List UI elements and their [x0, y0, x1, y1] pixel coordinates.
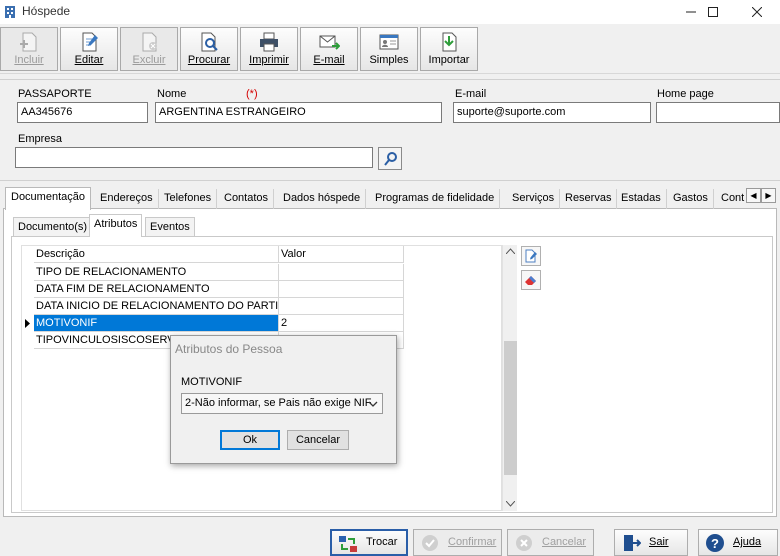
grid-row-valor[interactable]: [279, 298, 404, 315]
confirmar-button[interactable]: Confirmar: [413, 529, 502, 556]
homepage-field[interactable]: [656, 102, 780, 123]
empresa-label: Empresa: [18, 133, 63, 145]
tab-documentacao[interactable]: Documentação: [5, 187, 91, 210]
tab-reservas[interactable]: Reservas: [560, 189, 618, 209]
grid-row-descricao[interactable]: DATA INICIO DE RELACIONAMENTO DO PARTICI…: [34, 298, 279, 315]
maximize-button[interactable]: [690, 0, 736, 24]
tab-enderecos[interactable]: Endereços: [95, 189, 159, 209]
tab-dados-hospede[interactable]: Dados hóspede: [278, 189, 367, 209]
procurar-button[interactable]: Procurar: [180, 27, 238, 71]
tab-contas[interactable]: Cont: [716, 189, 749, 209]
eraser-icon: [525, 276, 536, 285]
subtab-atributos[interactable]: Atributos: [89, 214, 143, 237]
email-label: E-mail: [455, 88, 487, 100]
nome-label: Nome: [157, 88, 187, 100]
svg-text:?: ?: [711, 536, 719, 551]
hotel-building-icon: [5, 6, 15, 18]
window-title: Hóspede: [22, 4, 71, 18]
trocar-button[interactable]: Trocar: [330, 529, 408, 556]
sair-button[interactable]: Sair: [614, 529, 688, 556]
edit-attribute-button[interactable]: [521, 246, 541, 266]
imprimir-button[interactable]: Imprimir: [240, 27, 298, 71]
erase-attribute-button[interactable]: [521, 270, 541, 290]
grid-row-valor[interactable]: [279, 264, 404, 281]
current-row-indicator-icon: [25, 319, 30, 328]
search-document-icon: [201, 32, 218, 52]
homepage-label: Home page: [657, 88, 714, 100]
email-field[interactable]: suporte@suporte.com: [453, 102, 651, 123]
tabs-scroll-left-button[interactable]: ◀: [746, 188, 761, 203]
printer-icon: [260, 32, 278, 52]
import-icon: [442, 32, 457, 52]
contact-card-icon: [379, 34, 399, 50]
help-circle-icon: ?: [706, 534, 724, 552]
subtab-eventos[interactable]: Eventos: [145, 217, 195, 236]
main-tabs: Documentação Endereços Telefones Contato…: [3, 187, 777, 210]
empresa-search-button[interactable]: [378, 147, 402, 170]
close-icon: [751, 6, 763, 18]
subtab-documentos[interactable]: Documento(s): [13, 217, 93, 236]
grid-vertical-scrollbar[interactable]: [502, 245, 517, 511]
grid-row-valor[interactable]: [279, 281, 404, 298]
cancel-circle-icon: [516, 535, 532, 551]
atributos-dialog: Atributos do Pessoa MOTIVONIF 2-Não info…: [170, 335, 397, 464]
tab-programas-fidelidade[interactable]: Programas de fidelidade: [370, 189, 501, 209]
simples-button[interactable]: Simples: [360, 27, 418, 71]
tab-servicos[interactable]: Serviços: [507, 189, 561, 209]
grid-row-valor-selected[interactable]: 2: [279, 315, 404, 332]
column-header-descricao[interactable]: Descrição: [34, 246, 279, 263]
dialog-field-label: MOTIVONIF: [181, 376, 243, 388]
maximize-icon: [708, 7, 718, 17]
scroll-down-icon: [506, 501, 515, 507]
close-button[interactable]: [734, 0, 780, 24]
check-circle-icon: [422, 535, 438, 551]
email-button[interactable]: E-mail: [300, 27, 358, 71]
dialog-ok-button[interactable]: Ok: [220, 430, 280, 450]
tab-estadas[interactable]: Estadas: [616, 189, 667, 209]
cancelar-button[interactable]: Cancelar: [507, 529, 594, 556]
tab-telefones[interactable]: Telefones: [159, 189, 218, 209]
email-icon: [319, 35, 340, 50]
grid-row-descricao-selected[interactable]: MOTIVONIF: [34, 315, 279, 332]
scroll-up-icon: [506, 248, 515, 254]
passaporte-label: PASSAPORTE: [18, 88, 92, 100]
chevron-down-icon: [368, 401, 378, 407]
motivonif-selected-value: 2-Não informar, se Pais não exige NIF: [185, 397, 372, 409]
nome-field[interactable]: ARGENTINA ESTRANGEIRO: [155, 102, 442, 123]
swap-icon: [339, 536, 357, 552]
required-marker: (*): [246, 88, 258, 100]
grid-row-descricao[interactable]: TIPO DE RELACIONAMENTO: [34, 264, 279, 281]
edit-document-icon: [82, 32, 98, 52]
motivonif-select[interactable]: 2-Não informar, se Pais não exige NIF: [181, 393, 383, 414]
tab-gastos[interactable]: Gastos: [668, 189, 714, 209]
empresa-field[interactable]: [15, 147, 373, 168]
excluir-button[interactable]: Excluir: [120, 27, 178, 71]
dialog-cancel-button[interactable]: Cancelar: [287, 430, 349, 450]
tab-contatos[interactable]: Contatos: [219, 189, 275, 209]
scrollbar-thumb[interactable]: [504, 341, 517, 475]
exit-door-icon: [624, 535, 641, 551]
editar-button[interactable]: Editar: [60, 27, 118, 71]
incluir-button[interactable]: Incluir: [0, 27, 58, 71]
edit-icon: [525, 249, 537, 263]
importar-button[interactable]: Importar: [420, 27, 478, 71]
tabs-scroll-right-button[interactable]: ▶: [761, 188, 776, 203]
passaporte-field[interactable]: AA345676: [17, 102, 148, 123]
column-header-valor[interactable]: Valor: [279, 246, 404, 263]
search-icon: [384, 152, 397, 166]
grid-row-descricao[interactable]: DATA FIM DE RELACIONAMENTO: [34, 281, 279, 298]
title-bar: Hóspede: [0, 0, 780, 24]
ajuda-button[interactable]: ? Ajuda: [698, 529, 778, 556]
dialog-title: Atributos do Pessoa: [175, 342, 283, 356]
delete-document-icon: [142, 32, 157, 52]
new-document-icon: [20, 32, 37, 52]
toolbar: Incluir Editar Excluir Procurar Imprimir…: [0, 24, 780, 74]
